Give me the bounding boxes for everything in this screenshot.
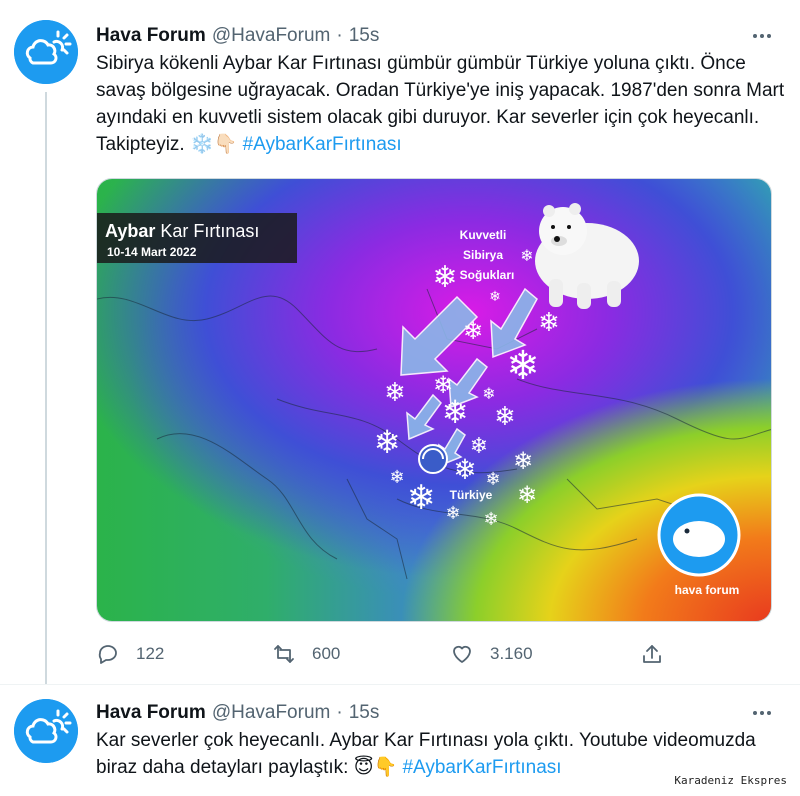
retweet-count: 600	[312, 644, 341, 663]
label-sibirya: Sibirya	[463, 248, 503, 262]
author-name[interactable]: Hava Forum	[96, 25, 206, 47]
reply-count: 122	[136, 644, 165, 663]
reply-button[interactable]: 122	[96, 640, 164, 668]
svg-text:❄: ❄	[520, 246, 533, 265]
emoji: 😇👇	[353, 756, 398, 778]
avatar[interactable]	[14, 20, 78, 84]
svg-text:❄: ❄	[442, 393, 469, 431]
svg-text:❄: ❄	[506, 343, 540, 389]
more-icon[interactable]	[750, 24, 774, 48]
like-count: 3.160	[490, 644, 533, 663]
author-handle[interactable]: @HavaForum	[212, 25, 331, 47]
tweet[interactable]: Hava Forum @HavaForum · 15s Sibirya köke…	[0, 0, 800, 684]
timestamp[interactable]: 15s	[349, 25, 380, 47]
svg-text:❄: ❄	[407, 478, 436, 518]
svg-text:❄: ❄	[538, 308, 560, 338]
more-icon[interactable]	[750, 701, 774, 725]
svg-text:❄: ❄	[453, 453, 476, 486]
avatar[interactable]	[14, 699, 78, 763]
share-button[interactable]	[640, 640, 664, 668]
tweet-image[interactable]: Aybar Kar Fırtınası 10-14 Mart 2022 Kuvv…	[96, 178, 772, 622]
like-icon	[453, 645, 471, 663]
tweet-header: Hava Forum @HavaForum · 15s	[96, 701, 379, 725]
timestamp[interactable]: 15s	[349, 702, 380, 724]
hashtag-link[interactable]: #AybarKarFırtınası	[243, 134, 402, 155]
like-button[interactable]: 3.160	[450, 640, 533, 668]
svg-text:❄: ❄	[517, 481, 537, 509]
reply-icon	[98, 645, 117, 664]
retweet-icon	[274, 645, 294, 663]
author-handle[interactable]: @HavaForum	[212, 702, 331, 724]
hashtag-link[interactable]: #AybarKarFırtınası	[402, 757, 561, 778]
tweet-header: Hava Forum @HavaForum · 15s	[96, 24, 379, 48]
separator: ·	[336, 25, 343, 46]
share-icon	[643, 645, 661, 663]
label-turkiye: Türkiye	[450, 488, 493, 502]
svg-text:❄: ❄	[494, 402, 516, 432]
svg-text:❄: ❄	[374, 423, 401, 461]
svg-text:❄: ❄	[432, 260, 457, 295]
cloud-sun-avatar-icon	[14, 20, 78, 84]
label-soguklari: Soğukları	[460, 268, 515, 282]
cloud-sun-avatar-icon	[14, 699, 78, 763]
brand-label: hava forum	[675, 583, 740, 597]
svg-text:❄: ❄	[483, 509, 498, 530]
label-kuvvetli: Kuvvetli	[460, 228, 507, 242]
tweet-text: Sibirya kökenli Aybar Kar Fırtınası gümb…	[96, 50, 786, 158]
svg-text:❄: ❄	[482, 384, 495, 403]
map-title: Aybar Kar Fırtınası	[105, 221, 259, 241]
thread-line	[45, 92, 47, 684]
separator: ·	[336, 702, 343, 723]
map-date: 10-14 Mart 2022	[107, 245, 197, 259]
emoji: ❄️👇🏻	[189, 133, 238, 155]
weather-map: Aybar Kar Fırtınası 10-14 Mart 2022 Kuvv…	[97, 179, 771, 621]
svg-text:❄: ❄	[513, 447, 533, 475]
svg-text:❄: ❄	[389, 467, 404, 488]
svg-text:❄: ❄	[384, 378, 406, 408]
svg-text:❄: ❄	[489, 289, 501, 305]
watermark: Karadeniz Ekspres	[671, 773, 790, 788]
author-name[interactable]: Hava Forum	[96, 702, 206, 724]
svg-text:❄: ❄	[445, 503, 460, 524]
tweet-actions: 122 600 3.160	[96, 640, 676, 668]
retweet-button[interactable]: 600	[272, 640, 340, 668]
vortex-icon	[418, 444, 448, 474]
svg-text:❄: ❄	[485, 469, 500, 490]
svg-text:❄: ❄	[463, 317, 483, 345]
